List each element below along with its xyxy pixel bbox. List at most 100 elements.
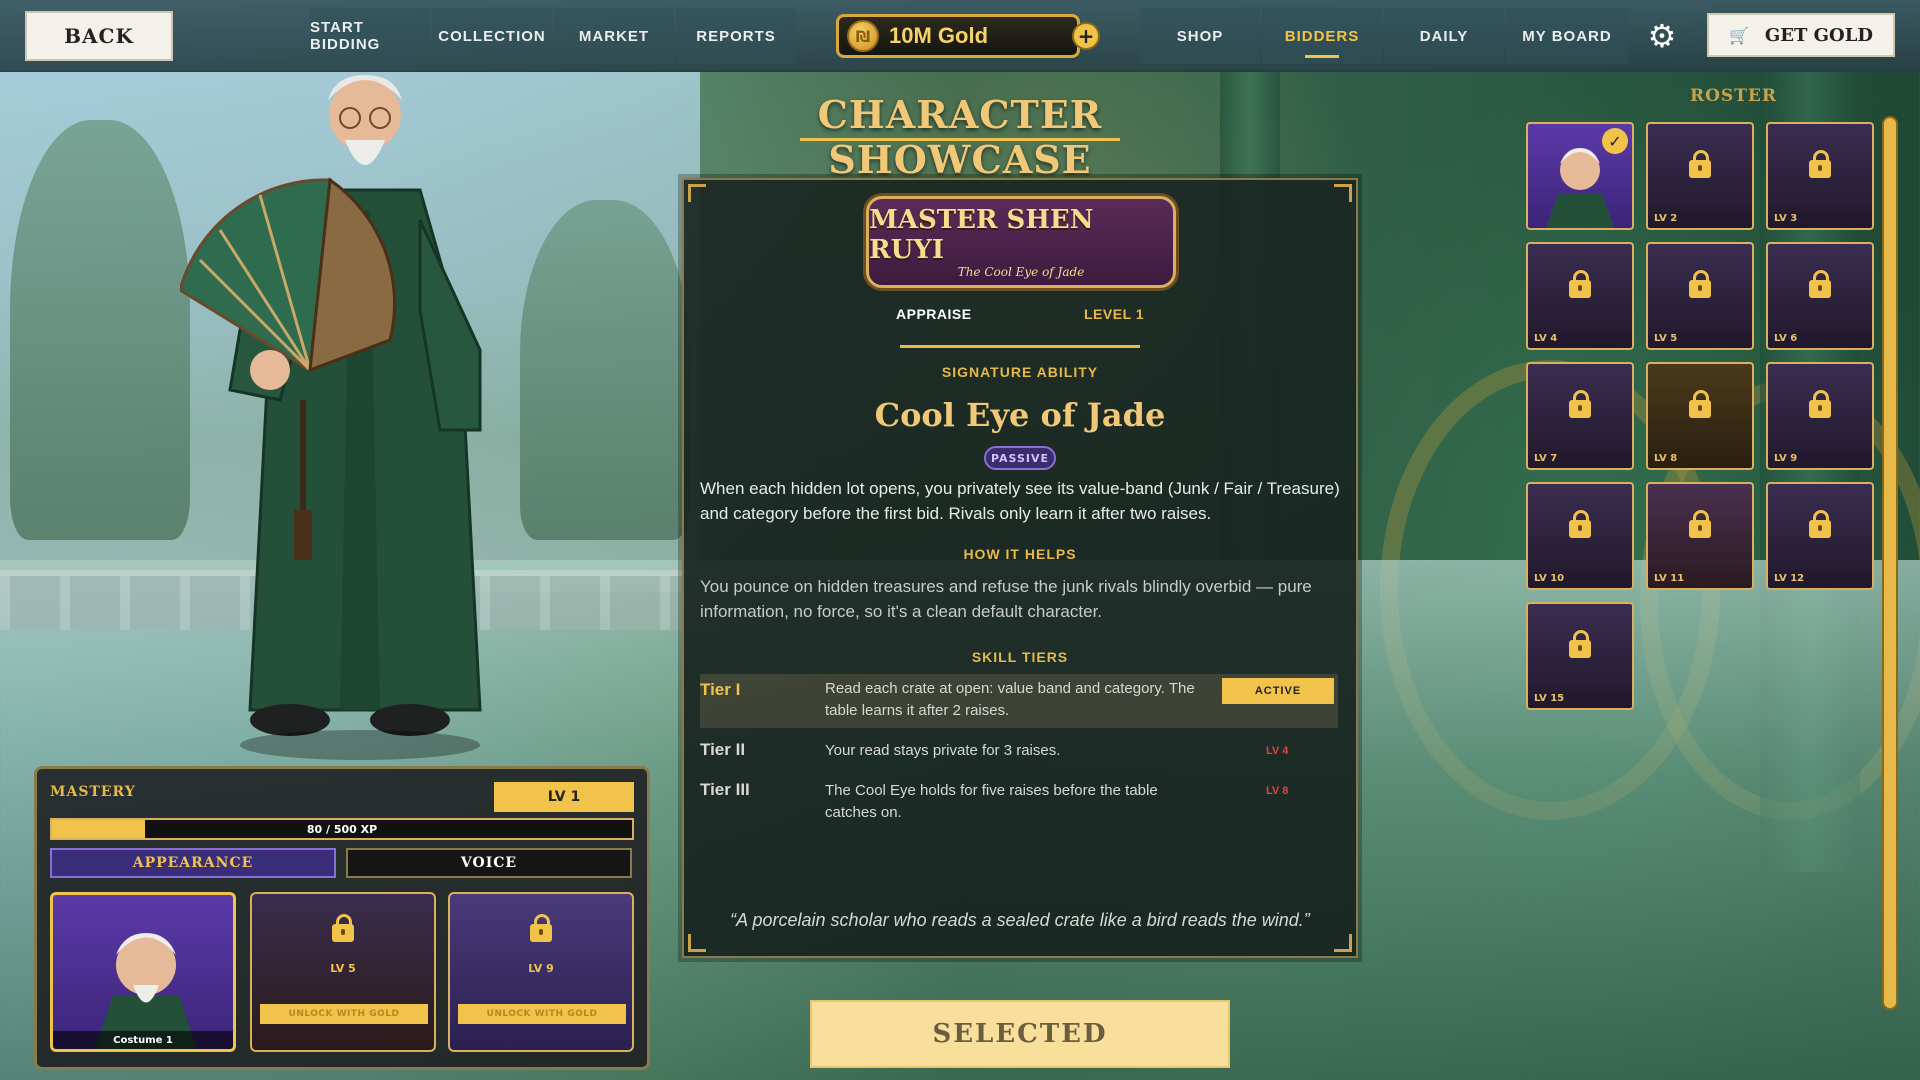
passive-badge: PASSIVE xyxy=(984,446,1056,470)
roster-slot-2[interactable]: LV 2 xyxy=(1646,122,1754,230)
costume-name: Costume 1 xyxy=(53,1031,233,1049)
costume-card-3[interactable]: LV 9 UNLOCK WITH GOLD xyxy=(448,892,634,1052)
unlock-with-gold-label: UNLOCK WITH GOLD xyxy=(458,1004,626,1024)
tier-name: Tier I xyxy=(700,680,741,699)
roster-title: ROSTER xyxy=(1690,86,1777,106)
panel-corner xyxy=(1334,184,1352,202)
add-gold-plus-icon[interactable]: + xyxy=(1072,22,1100,50)
how-it-helps-text: You pounce on hidden treasures and refus… xyxy=(700,577,1312,621)
lock-icon xyxy=(1809,270,1831,298)
roster-slot-3[interactable]: LV 3 xyxy=(1766,122,1874,230)
roster-slot-level: LV 2 xyxy=(1654,213,1678,224)
roster-slot-level: LV 10 xyxy=(1534,573,1565,584)
tier-row-1: Tier I Read each crate at open: value ba… xyxy=(700,674,1338,728)
nav-daily[interactable]: DAILY xyxy=(1384,8,1504,64)
tier-name: Tier III xyxy=(700,780,750,799)
roster-slot-9[interactable]: LV 9 xyxy=(1766,362,1874,470)
selected-check-icon: ✓ xyxy=(1602,128,1628,154)
lock-icon xyxy=(1689,150,1711,178)
character-illustration xyxy=(178,75,482,736)
gear-icon[interactable]: ⚙ xyxy=(1644,17,1680,55)
roster-slot-1[interactable]: ✓ xyxy=(1526,122,1634,230)
nav-bidders[interactable]: BIDDERS xyxy=(1262,8,1382,64)
tab-voice[interactable]: VOICE xyxy=(346,848,632,878)
costume-level: LV 9 xyxy=(528,962,554,975)
gold-amount: 10M Gold xyxy=(889,23,989,48)
tab-level[interactable]: LEVEL 1 xyxy=(1084,306,1144,322)
ability-name: Cool Eye of Jade xyxy=(874,396,1166,434)
title-underline xyxy=(800,138,1120,141)
nav-shop[interactable]: SHOP xyxy=(1140,8,1260,64)
cart-icon: 🛒 xyxy=(1729,25,1749,45)
panel-corner xyxy=(688,184,706,202)
nav-my-board[interactable]: MY BOARD xyxy=(1506,8,1628,64)
lock-icon xyxy=(1689,510,1711,538)
roster-slot-13[interactable]: LV 15 xyxy=(1526,602,1634,710)
costume-portrait xyxy=(95,933,197,1049)
gold-balance: ₪ 10M Gold xyxy=(836,14,1080,58)
background-mountain xyxy=(10,120,190,540)
roster-slot-level: LV 3 xyxy=(1774,213,1798,224)
roster-slot-level: LV 8 xyxy=(1654,453,1678,464)
xp-progress-bar: 80 / 500 XP xyxy=(50,818,634,840)
tab-appraise[interactable]: APPRAISE xyxy=(896,306,972,322)
nav-reports[interactable]: REPORTS xyxy=(676,8,796,64)
lock-icon xyxy=(1569,630,1591,658)
roster-slot-level: LV 12 xyxy=(1774,573,1805,584)
how-it-helps-label: HOW IT HELPS xyxy=(963,546,1077,562)
lock-icon xyxy=(1809,390,1831,418)
roster-slot-level: LV 9 xyxy=(1774,453,1798,464)
lock-icon xyxy=(1569,390,1591,418)
nav-market[interactable]: MARKET xyxy=(554,8,674,64)
lock-icon xyxy=(1569,510,1591,538)
tier-unlock-level: LV 4 xyxy=(1266,745,1289,757)
back-button[interactable]: BACK xyxy=(25,11,173,61)
tier-description: Your read stays private for 3 raises. xyxy=(825,742,1061,759)
character-name: MASTER SHEN RUYI xyxy=(869,205,1094,265)
tab-appearance[interactable]: APPEARANCE xyxy=(50,848,336,878)
roster-slot-6[interactable]: LV 6 xyxy=(1766,242,1874,350)
mastery-level-badge: LV 1 xyxy=(494,782,634,812)
xp-text: 80 / 500 XP xyxy=(306,822,378,836)
costume-card-2[interactable]: LV 5 UNLOCK WITH GOLD xyxy=(250,892,436,1052)
roster-slot-11[interactable]: LV 11 xyxy=(1646,482,1754,590)
roster-slot-level: LV 11 xyxy=(1654,573,1685,584)
character-quote: “A porcelain scholar who reads a sealed … xyxy=(730,910,1310,930)
lock-icon xyxy=(1689,270,1711,298)
tier-unlock-level: LV 8 xyxy=(1266,785,1289,797)
roster-slot-level: LV 5 xyxy=(1654,333,1678,344)
lock-icon xyxy=(1689,390,1711,418)
roster-slot-level: LV 7 xyxy=(1534,453,1558,464)
lock-icon xyxy=(1809,150,1831,178)
character-figure xyxy=(178,70,540,770)
mastery-label: MASTERY xyxy=(50,784,136,800)
roster-scrollbar[interactable] xyxy=(1884,118,1896,1008)
get-gold-label: GET GOLD xyxy=(1764,24,1873,46)
tier-row-2: Tier II Your read stays private for 3 ra… xyxy=(700,740,1338,772)
tier-row-3: Tier III The Cool Eye holds for five rai… xyxy=(700,780,1338,830)
roster-slot-5[interactable]: LV 5 xyxy=(1646,242,1754,350)
roster-slot-8[interactable]: LV 8 xyxy=(1646,362,1754,470)
page-title: CHARACTER SHOWCASE xyxy=(817,92,1103,182)
ability-panel xyxy=(682,178,1358,958)
panel-corner xyxy=(1334,934,1352,952)
roster-slot-4[interactable]: LV 4 xyxy=(1526,242,1634,350)
unlock-with-gold-label: UNLOCK WITH GOLD xyxy=(260,1004,428,1024)
get-gold-button[interactable]: 🛒 GET GOLD xyxy=(1707,13,1895,57)
character-epithet: The Cool Eye of Jade xyxy=(957,265,1085,279)
lock-icon xyxy=(332,914,354,942)
roster-slot-level: LV 6 xyxy=(1774,333,1798,344)
roster-slot-level: LV 15 xyxy=(1534,693,1565,704)
roster-slot-7[interactable]: LV 7 xyxy=(1526,362,1634,470)
nav-start-bidding[interactable]: START BIDDING xyxy=(310,8,430,64)
tier-description: The Cool Eye holds for five raises befor… xyxy=(825,782,1158,821)
selected-button[interactable]: SELECTED xyxy=(810,1000,1230,1068)
costume-card-1[interactable]: Costume 1 xyxy=(50,892,236,1052)
coin-icon: ₪ xyxy=(847,20,879,52)
character-nameplate: MASTER SHEN RUYI The Cool Eye of Jade xyxy=(866,196,1176,288)
signature-ability-label: SIGNATURE ABILITY xyxy=(941,364,1099,380)
costume-level: LV 5 xyxy=(330,962,356,975)
roster-slot-12[interactable]: LV 12 xyxy=(1766,482,1874,590)
nav-collection[interactable]: COLLECTION xyxy=(432,8,552,64)
roster-slot-10[interactable]: LV 10 xyxy=(1526,482,1634,590)
